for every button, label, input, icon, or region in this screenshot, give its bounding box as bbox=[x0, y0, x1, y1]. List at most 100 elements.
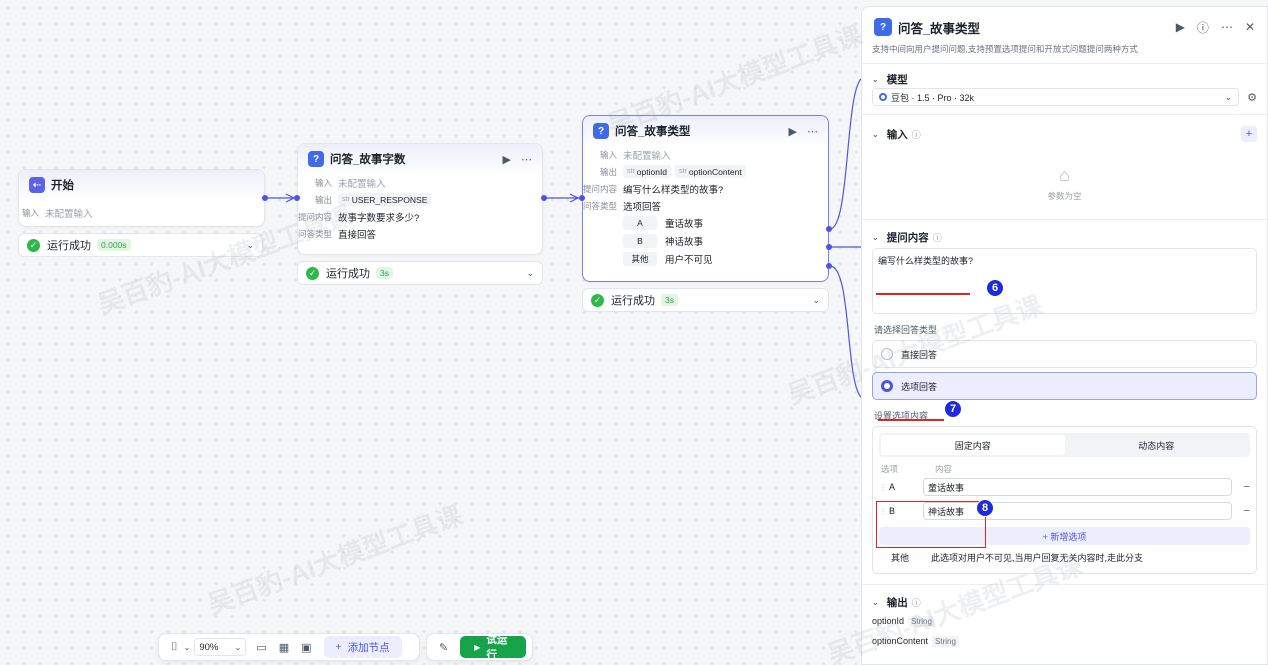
more-icon[interactable]: ⋯ bbox=[521, 153, 532, 166]
question-textarea[interactable]: 编写什么样类型的故事? bbox=[872, 248, 1257, 314]
remove-option-icon[interactable]: − bbox=[1232, 505, 1250, 517]
option-value: 用户不可见 bbox=[665, 255, 713, 266]
annotation-badge-6: 6 bbox=[986, 279, 1004, 297]
success-icon: ✓ bbox=[591, 293, 604, 307]
run-status[interactable]: ✓ 运行成功 3s ⌄ bbox=[582, 288, 829, 312]
play-icon[interactable]: ▶ bbox=[503, 153, 511, 166]
more-icon[interactable]: ⋯ bbox=[1221, 20, 1233, 34]
run-time: 0.000s bbox=[97, 239, 131, 251]
chevron-down-icon: ⌄ bbox=[872, 232, 879, 242]
chevron-down-icon[interactable]: ⌄ bbox=[526, 268, 534, 279]
test-run-label: 试运行 bbox=[486, 634, 508, 661]
option-a-port[interactable] bbox=[826, 226, 832, 232]
option-key: B bbox=[623, 234, 657, 248]
other-key: 其他 bbox=[891, 552, 910, 563]
radio-label: 选项回答 bbox=[901, 381, 938, 392]
zoom-select[interactable]: 90% ⌄ bbox=[194, 638, 247, 656]
answer-type-label: 问答类型 bbox=[583, 200, 618, 211]
option-setting-label: 设置选项内容 bbox=[874, 410, 929, 421]
add-input-button[interactable]: + bbox=[1241, 126, 1257, 142]
tab-dynamic-content[interactable]: 动态内容 bbox=[1065, 435, 1249, 455]
output-type: String bbox=[932, 635, 959, 647]
input-value: 未配置输入 bbox=[338, 178, 386, 190]
help-icon[interactable]: ⓘ bbox=[1197, 19, 1209, 36]
output-label: 输出 bbox=[599, 166, 617, 177]
input-port[interactable] bbox=[294, 195, 300, 201]
chevron-down-icon[interactable]: ⌄ bbox=[246, 240, 254, 251]
minimap-icon[interactable]: ▦ bbox=[279, 641, 289, 654]
output-type: String bbox=[908, 615, 935, 627]
answer-type-label: 问答类型 bbox=[298, 228, 333, 239]
annotation-badge-8: 8 bbox=[976, 499, 994, 517]
start-node[interactable]: ⇠ 开始 输入 未配置输入 bbox=[18, 169, 265, 227]
option-b-port[interactable] bbox=[826, 244, 832, 250]
run-status[interactable]: ✓ 运行成功 0.000s ⌄ bbox=[18, 233, 263, 257]
chevron-down-icon: ⌄ bbox=[872, 74, 879, 84]
answer-direct-option[interactable]: 直接回答 bbox=[872, 340, 1257, 368]
run-status[interactable]: ✓ 运行成功 3s ⌄ bbox=[297, 261, 543, 285]
gear-icon[interactable]: ⚙ bbox=[1247, 91, 1257, 104]
qa-node-story-type[interactable]: ? 问答_故事类型 ▶ ⋯ 输入 未配置输入 输出 str optionId str… bbox=[582, 115, 829, 282]
model-logo-icon bbox=[879, 93, 887, 101]
node-config-panel: ? 问答_故事类型 ▶ ⓘ ⋯ ✕ 支持中间向用户提问问题,支持预置选项提问和开… bbox=[861, 6, 1268, 665]
annotation-badge-7: 7 bbox=[944, 400, 962, 418]
option-other-port[interactable] bbox=[826, 263, 832, 269]
more-icon[interactable]: ⋯ bbox=[807, 125, 818, 138]
start-icon: ⇠ bbox=[29, 177, 45, 193]
option-key: 其他 bbox=[623, 252, 657, 266]
image-icon[interactable]: ▣ bbox=[301, 641, 311, 654]
chevron-down-icon[interactable]: ⌄ bbox=[812, 295, 820, 306]
option-row: ⋮⋮ A 童话故事 − bbox=[879, 475, 1250, 499]
panel-title: 问答_故事类型 bbox=[898, 21, 980, 36]
canvas-toolbar: ⌷ ⌄ 90% ⌄ ▭ ▦ ▣ + 添加节点 bbox=[158, 633, 420, 661]
play-icon[interactable]: ▶ bbox=[789, 125, 797, 138]
input-port[interactable] bbox=[579, 195, 585, 201]
close-icon[interactable]: ✕ bbox=[1245, 20, 1255, 34]
plus-icon: + bbox=[335, 641, 342, 653]
wrench-icon[interactable]: ✎ bbox=[439, 641, 448, 654]
success-icon: ✓ bbox=[306, 266, 319, 280]
status-text: 运行成功 bbox=[326, 268, 370, 280]
column-header: 选项 bbox=[881, 464, 899, 474]
output-row: optionId String bbox=[862, 611, 1267, 631]
input-label: 输入 bbox=[599, 149, 617, 160]
panel-description: 支持中间向用户提问问题,支持预置选项提问和开放式问题提问两种方式 bbox=[872, 44, 1138, 54]
option-key: A bbox=[889, 482, 896, 492]
answer-type-value: 直接回答 bbox=[338, 229, 377, 241]
chevron-down-icon[interactable]: ⌄ bbox=[184, 643, 191, 652]
chevron-down-icon: ⌄ bbox=[872, 597, 879, 607]
qa-node-word-count[interactable]: ? 问答_故事字数 ▶ ⋯ 输入 未配置输入 输出 str USER_RESPONS… bbox=[297, 143, 543, 255]
info-icon: ⓘ bbox=[911, 597, 921, 608]
empty-state: ⌂ 参数为空 bbox=[862, 149, 1267, 217]
output-row: optionContent String bbox=[862, 631, 1267, 651]
input-section-header[interactable]: ⌄ 输入 ⓘ + bbox=[862, 119, 1267, 149]
remove-option-icon[interactable]: − bbox=[1232, 481, 1250, 493]
run-toolbar: ✎ ▶ 试运行 bbox=[426, 633, 533, 661]
option-input[interactable]: 童话故事 bbox=[923, 478, 1232, 496]
radio-button[interactable] bbox=[881, 380, 893, 392]
answer-option-option[interactable]: 选项回答 bbox=[872, 372, 1257, 400]
annotation-underline bbox=[876, 293, 970, 295]
add-node-button[interactable]: + 添加节点 bbox=[323, 636, 402, 658]
comment-icon[interactable]: ▭ bbox=[256, 641, 266, 654]
radio-button[interactable] bbox=[881, 348, 893, 360]
run-time: 3s bbox=[376, 267, 393, 279]
tab-fixed-content[interactable]: 固定内容 bbox=[881, 435, 1065, 455]
add-node-label: 添加节点 bbox=[347, 641, 390, 654]
section-title: 提问内容 bbox=[886, 231, 929, 244]
other-desc: 此选项对用户不可见,当用户回复无关内容时,走此分支 bbox=[931, 552, 1144, 563]
test-run-button[interactable]: ▶ 试运行 bbox=[460, 634, 526, 661]
drag-handle-icon[interactable]: ⋮⋮ bbox=[879, 483, 895, 492]
play-icon[interactable]: ▶ bbox=[1176, 20, 1185, 34]
node-title: 问答_故事类型 bbox=[615, 126, 691, 138]
output-port[interactable] bbox=[262, 195, 268, 201]
question-label: 提问内容 bbox=[298, 211, 333, 222]
section-title: 输入 bbox=[886, 128, 908, 141]
output-tag: str USER_RESPONSE bbox=[338, 193, 432, 206]
model-select[interactable]: 豆包 · 1.5 · Pro · 32k ⌄ bbox=[872, 88, 1240, 106]
content-mode-toggle: 固定内容 动态内容 bbox=[879, 433, 1250, 457]
play-icon: ▶ bbox=[474, 642, 481, 652]
mouse-icon[interactable]: ⌷ bbox=[171, 641, 178, 654]
output-port[interactable] bbox=[541, 195, 547, 201]
output-tag: str optionContent bbox=[675, 165, 746, 178]
